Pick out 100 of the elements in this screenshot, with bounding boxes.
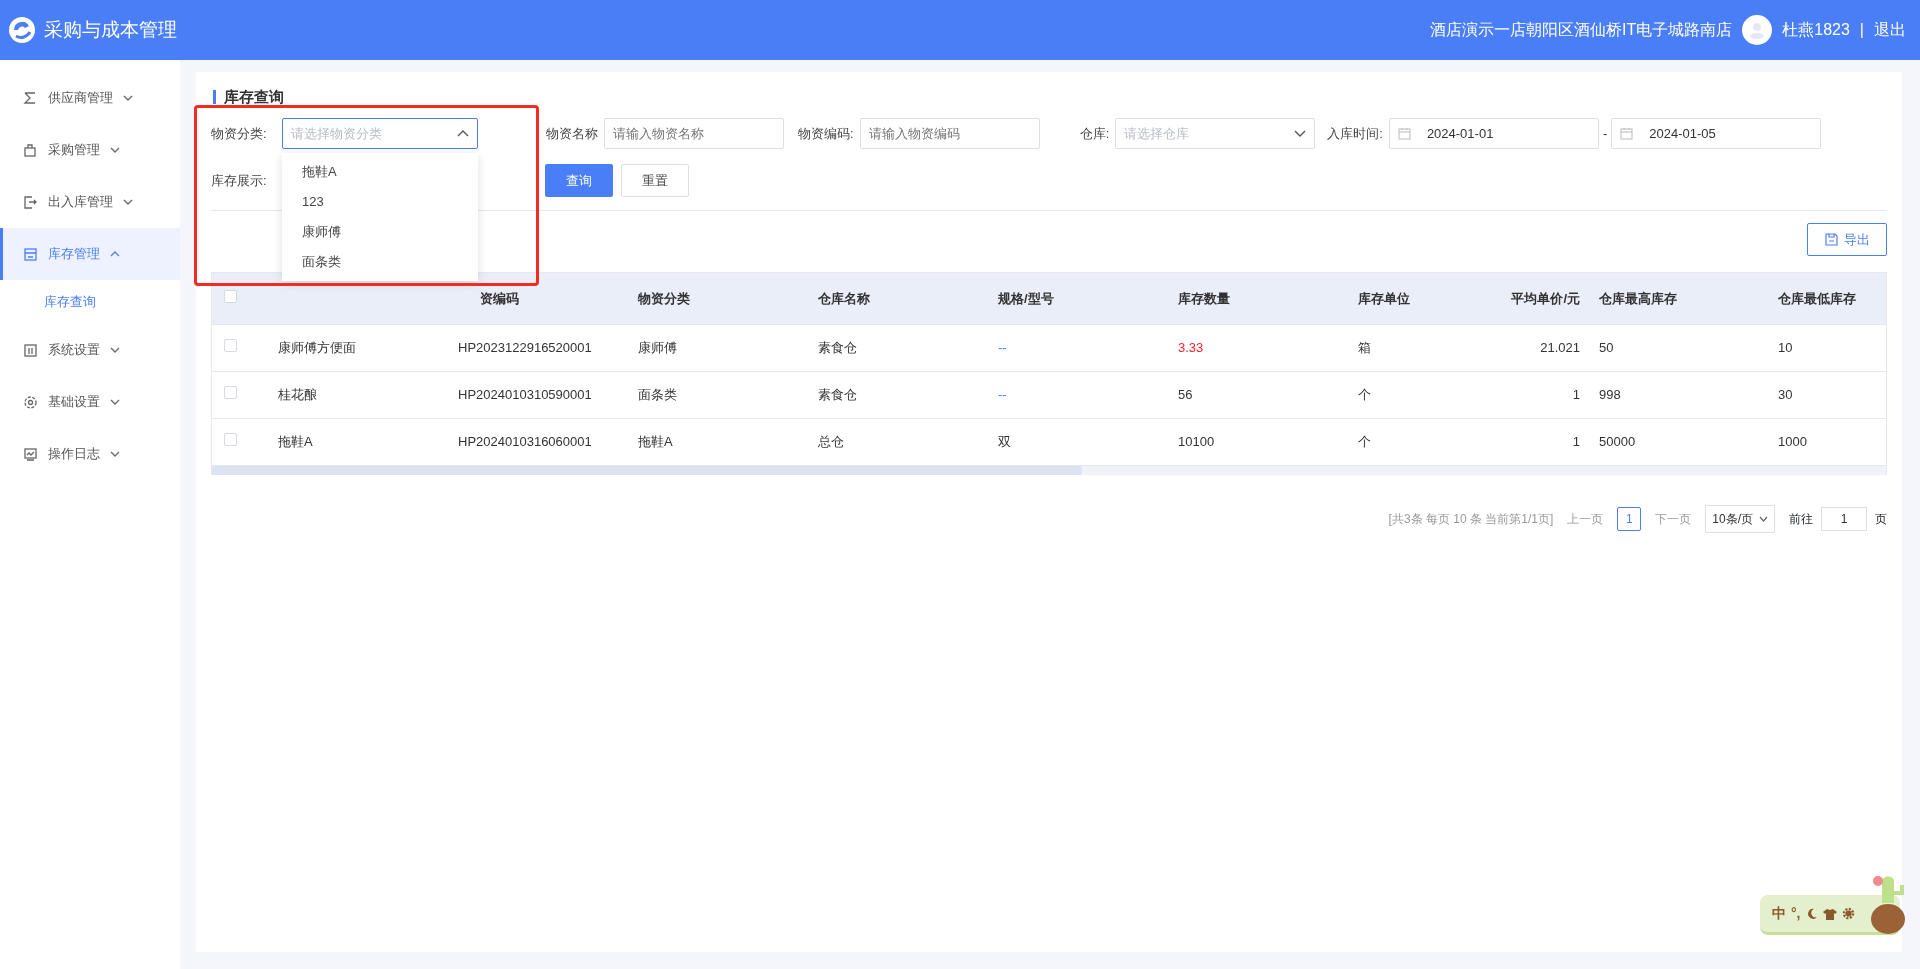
date-field[interactable]: 2024-01-01 — [1388, 118, 1599, 149]
scrollbar-thumb[interactable] — [212, 466, 1083, 475]
logout-link[interactable]: 退出 — [1874, 18, 1906, 42]
input-field[interactable]: 请输入物资名称 — [604, 118, 784, 149]
table-cell-text: 21.021 — [1539, 339, 1581, 358]
table-cell-text: 素食仓 — [818, 386, 858, 405]
sidebar-subitem[interactable]: 库存查询 — [0, 280, 180, 324]
table-cell-text: HP2024010310590001 — [458, 386, 593, 405]
table-cell-text: HP2023122916520001 — [458, 339, 593, 358]
separator-text: | — [1859, 20, 1864, 40]
sidebar-item[interactable]: 供应商管理 — [0, 72, 180, 124]
reset-button[interactable]: 重置 — [620, 164, 689, 197]
collapse-icon — [110, 251, 120, 257]
table-cell-text: 拖鞋A — [278, 433, 314, 452]
field-label: 库存展示: — [211, 171, 267, 190]
field-label: 入库时间: — [1327, 124, 1383, 143]
table-cell-text: -- — [998, 339, 1008, 358]
settings-icon — [1841, 907, 1855, 920]
column-header: 仓库最低库存 — [1778, 289, 1857, 308]
store-name: 酒店演示一店朝阳区酒仙桥IT电子城路南店 — [1430, 20, 1733, 40]
shirt-icon — [1822, 907, 1837, 920]
settings-icon — [23, 394, 38, 410]
collapse-icon — [457, 130, 469, 137]
column-header: 规格/型号 — [998, 289, 1055, 308]
column-header: 库存数量 — [1178, 289, 1231, 308]
expand-icon — [110, 347, 120, 353]
table-cell-text: 50000 — [1599, 433, 1637, 452]
table-cell-text: -- — [998, 386, 1008, 405]
table-cell-text: 998 — [1599, 386, 1622, 405]
column-header: 仓库名称 — [818, 289, 871, 308]
table-cell-text: 3.33 — [1178, 339, 1205, 358]
chart-icon — [23, 446, 38, 462]
table-cell-text: 1 — [1571, 433, 1581, 452]
page-size-select[interactable]: 10条/页 — [1705, 505, 1775, 533]
row-checkbox[interactable] — [224, 339, 237, 353]
bag-icon — [23, 142, 38, 158]
sidebar-item[interactable]: 系统设置 — [0, 324, 180, 376]
expand-icon — [123, 199, 133, 205]
dropdown-option[interactable]: 拖鞋A — [282, 157, 478, 187]
pagination-summary: [共3条 每页 10 条 当前第1/1页] — [1388, 511, 1554, 528]
expand-icon — [110, 399, 120, 405]
table-cell-text: 总仓 — [818, 433, 845, 452]
table-cell-text: HP2024010316060001 — [458, 433, 593, 452]
column-header: 资编码 — [480, 289, 520, 308]
field-label: 物资分类: — [211, 124, 268, 143]
table-cell-text: 拖鞋A — [638, 433, 674, 452]
table-cell-text: 56 — [1178, 386, 1194, 405]
export-button[interactable]: 导出 — [1807, 223, 1887, 256]
row-checkbox[interactable] — [224, 433, 237, 447]
expand-icon — [110, 147, 120, 153]
table-cell-text: 1 — [1571, 386, 1581, 405]
dropdown-option[interactable]: 面条类 — [282, 247, 478, 277]
user-icon — [1748, 21, 1767, 39]
panel-icon — [23, 342, 38, 358]
table-cell-text: 箱 — [1358, 339, 1372, 358]
sidebar-item[interactable]: 库存管理 — [0, 228, 180, 280]
table-cell-text: 素食仓 — [818, 339, 858, 358]
header-checkbox[interactable] — [224, 289, 237, 303]
sidebar-item[interactable]: 操作日志 — [0, 428, 180, 480]
calendar-icon — [1620, 127, 1634, 140]
moon-icon — [1805, 907, 1818, 920]
table-cell-text: 10 — [1778, 339, 1794, 358]
table-cell-text: 个 — [1358, 433, 1372, 452]
range-separator: - — [1602, 124, 1608, 143]
table-cell-text: 30 — [1778, 386, 1794, 405]
table-cell-text: 康师傅方便面 — [278, 339, 357, 358]
row-checkbox[interactable] — [224, 386, 237, 400]
column-header: 仓库最高库存 — [1599, 289, 1678, 308]
table-cell-text: 双 — [998, 433, 1012, 452]
page-number[interactable]: 1 — [1617, 507, 1642, 531]
sidebar-item[interactable]: 采购管理 — [0, 124, 180, 176]
expand-icon — [123, 95, 133, 101]
column-header: 平均单价/元 — [1510, 289, 1581, 308]
dropdown-option[interactable]: 123 — [282, 187, 478, 217]
input-field[interactable]: 请输入物资编码 — [859, 118, 1040, 149]
page-input[interactable]: 1 — [1821, 507, 1867, 531]
box-icon — [23, 246, 38, 262]
query-button[interactable]: 查询 — [544, 164, 613, 197]
table-cell-text: 面条类 — [638, 386, 678, 405]
expand-icon — [1294, 130, 1307, 137]
app-title: 采购与成本管理 — [44, 17, 177, 42]
page-title: 库存查询 — [213, 90, 1887, 104]
sidebar-item[interactable]: 出入库管理 — [0, 176, 180, 228]
dropdown-option[interactable]: 康师傅 — [282, 217, 478, 247]
table-cell-text: 个 — [1358, 386, 1372, 405]
goto-label: 前往 — [1789, 511, 1813, 528]
table-cell-text: 桂花酿 — [278, 386, 318, 405]
calendar-icon — [1397, 127, 1411, 140]
user-name: 杜燕1823 — [1782, 20, 1850, 40]
expand-icon — [110, 451, 120, 457]
logo-icon — [8, 16, 36, 44]
sidebar-item[interactable]: 基础设置 — [0, 376, 180, 428]
save-icon — [1824, 233, 1838, 246]
field-label: 仓库: — [1079, 124, 1110, 143]
table-cell-text: 50 — [1599, 339, 1615, 358]
table-cell-text: 10100 — [1178, 433, 1216, 452]
field-label: 物资名称 — [546, 124, 598, 143]
table-cell-text: 康师傅 — [638, 339, 678, 358]
date-field[interactable]: 2024-01-05 — [1611, 118, 1822, 149]
expand-icon — [1759, 516, 1768, 522]
